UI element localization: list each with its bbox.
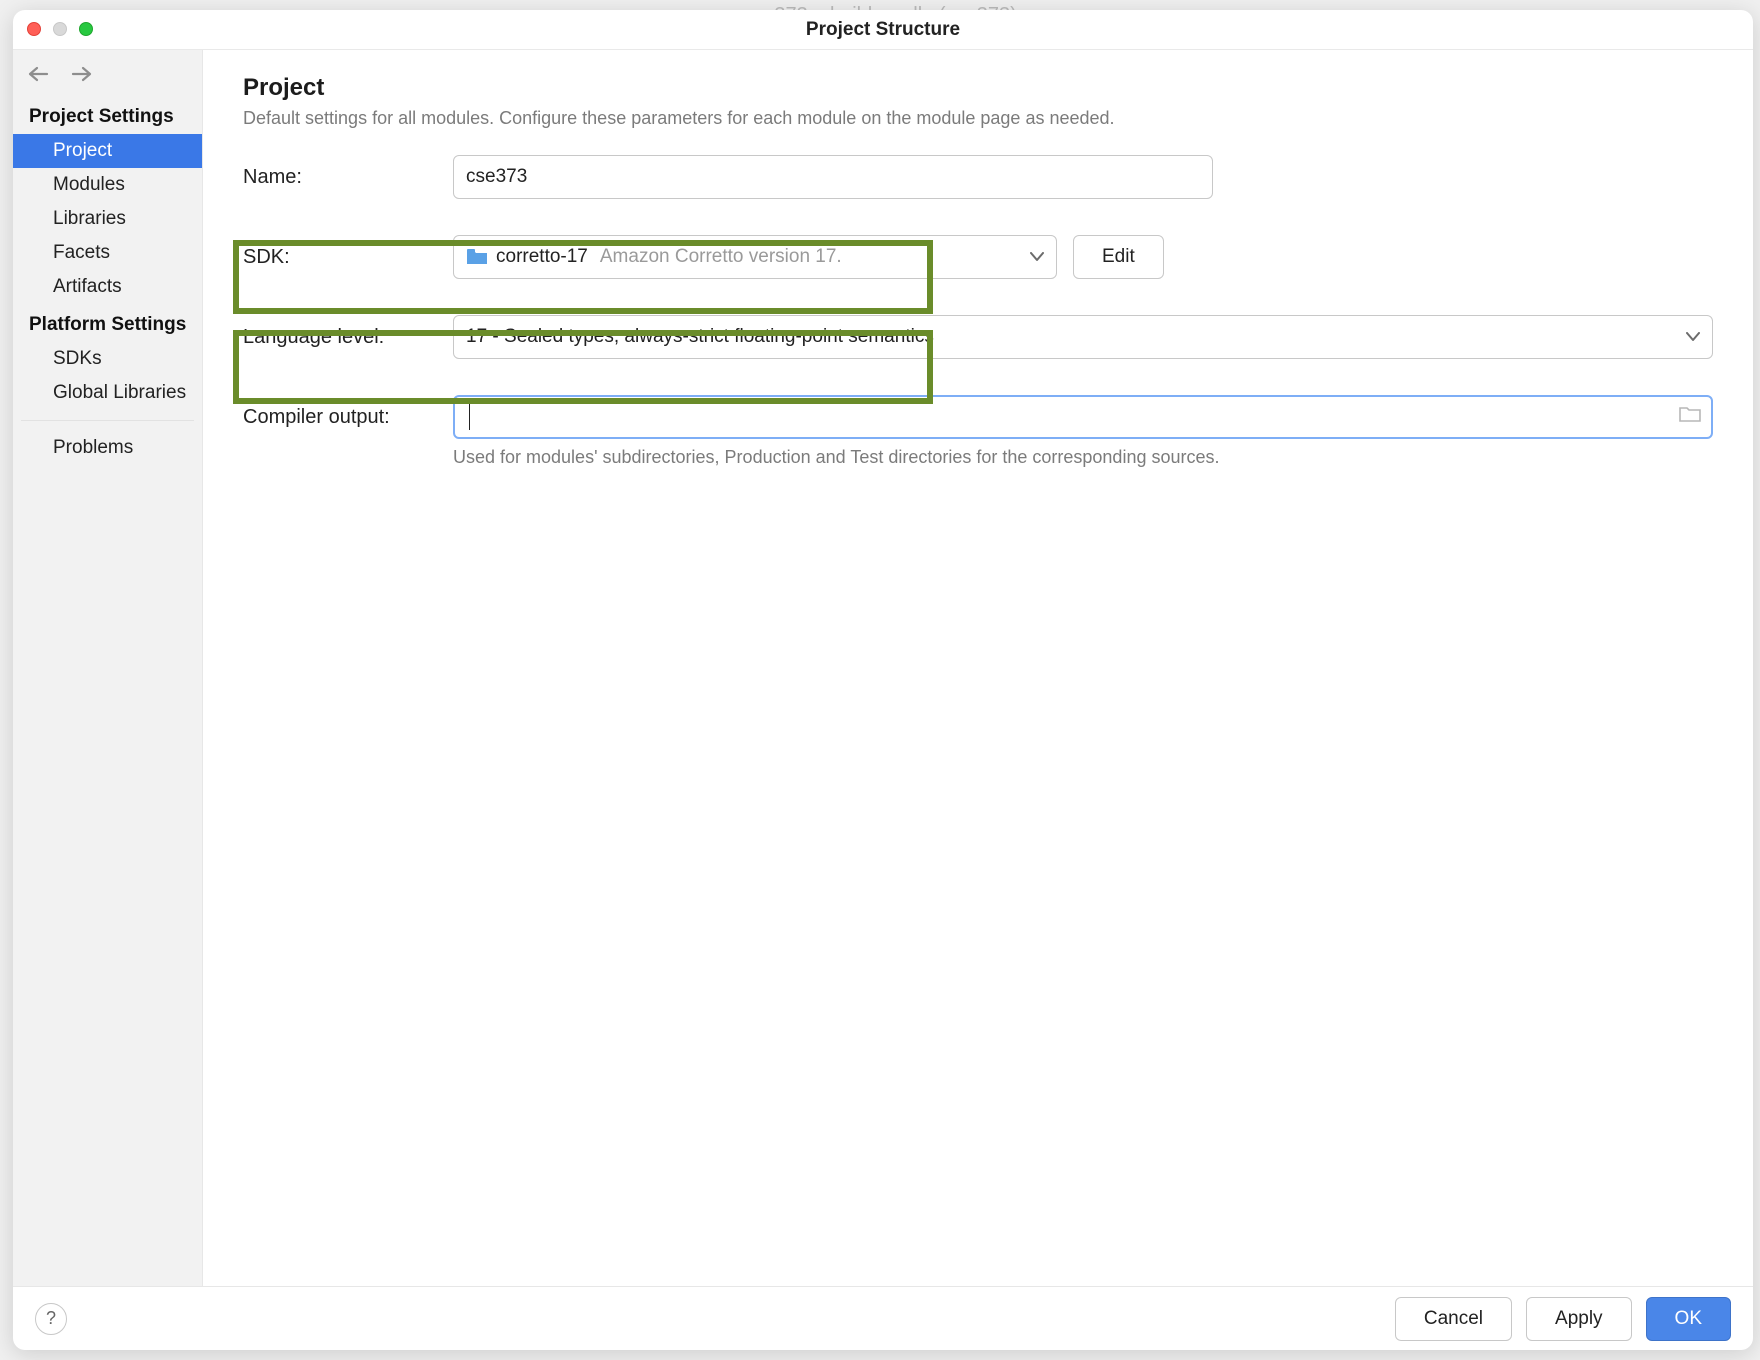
project-name-input[interactable] <box>453 155 1213 199</box>
sidebar-item-global-libraries[interactable]: Global Libraries <box>13 376 202 410</box>
sidebar-divider <box>21 420 194 421</box>
sidebar: Project Settings Project Modules Librari… <box>13 50 203 1286</box>
language-level-row: Language level: 17 - Sealed types, alway… <box>243 315 1713 359</box>
minimize-window-button <box>53 22 67 36</box>
traffic-lights <box>27 22 93 36</box>
sdk-label: SDK: <box>243 246 453 269</box>
cancel-button[interactable]: Cancel <box>1395 1297 1512 1341</box>
language-level-dropdown[interactable]: 17 - Sealed types, always-strict floatin… <box>453 315 1713 359</box>
sidebar-item-artifacts[interactable]: Artifacts <box>13 270 202 304</box>
project-structure-dialog: Project Structure Project Settings Proje… <box>13 10 1753 1350</box>
titlebar: Project Structure <box>13 10 1753 50</box>
name-label: Name: <box>243 166 453 189</box>
sdk-icon <box>466 248 488 266</box>
sidebar-item-project[interactable]: Project <box>13 134 202 168</box>
sdk-combobox[interactable]: corretto-17 Amazon Corretto version 17. <box>453 235 1057 279</box>
fullscreen-window-button[interactable] <box>79 22 93 36</box>
sdk-name: corretto-17 <box>496 246 588 268</box>
text-cursor <box>469 404 470 430</box>
help-button[interactable]: ? <box>35 1303 67 1335</box>
chevron-down-icon <box>1030 246 1044 268</box>
compiler-output-label: Compiler output: <box>243 406 453 429</box>
sidebar-item-modules[interactable]: Modules <box>13 168 202 202</box>
page-description: Default settings for all modules. Config… <box>243 108 1713 129</box>
language-level-value: 17 - Sealed types, always-strict floatin… <box>466 326 934 348</box>
back-arrow-icon[interactable] <box>27 66 49 82</box>
sidebar-section-platform: Platform Settings <box>13 304 202 342</box>
compiler-output-hint: Used for modules' subdirectories, Produc… <box>453 447 1220 468</box>
nav-arrows <box>13 56 202 96</box>
compiler-output-hint-row: Used for modules' subdirectories, Produc… <box>243 447 1713 468</box>
browse-folder-icon[interactable] <box>1679 405 1701 429</box>
sidebar-item-problems[interactable]: Problems <box>13 431 202 465</box>
content-pane: Project Default settings for all modules… <box>203 50 1753 1286</box>
sidebar-item-libraries[interactable]: Libraries <box>13 202 202 236</box>
dialog-title: Project Structure <box>806 19 960 41</box>
dialog-footer: ? Cancel Apply OK <box>13 1286 1753 1350</box>
compiler-output-row: Compiler output: <box>243 395 1713 439</box>
language-level-label: Language level: <box>243 326 453 349</box>
forward-arrow-icon[interactable] <box>71 66 93 82</box>
apply-button[interactable]: Apply <box>1526 1297 1632 1341</box>
sidebar-section-project: Project Settings <box>13 96 202 134</box>
close-window-button[interactable] <box>27 22 41 36</box>
sidebar-item-facets[interactable]: Facets <box>13 236 202 270</box>
sdk-row: SDK: corretto-17 Amazon Corretto version… <box>243 235 1713 279</box>
sdk-subtitle: Amazon Corretto version 17. <box>600 246 842 268</box>
compiler-output-input[interactable] <box>453 395 1713 439</box>
edit-sdk-button[interactable]: Edit <box>1073 235 1164 279</box>
chevron-down-icon <box>1686 326 1700 348</box>
ok-button[interactable]: OK <box>1646 1297 1731 1341</box>
name-row: Name: <box>243 155 1713 199</box>
page-title: Project <box>243 74 1713 102</box>
sidebar-item-sdks[interactable]: SDKs <box>13 342 202 376</box>
dialog-body: Project Settings Project Modules Librari… <box>13 50 1753 1286</box>
